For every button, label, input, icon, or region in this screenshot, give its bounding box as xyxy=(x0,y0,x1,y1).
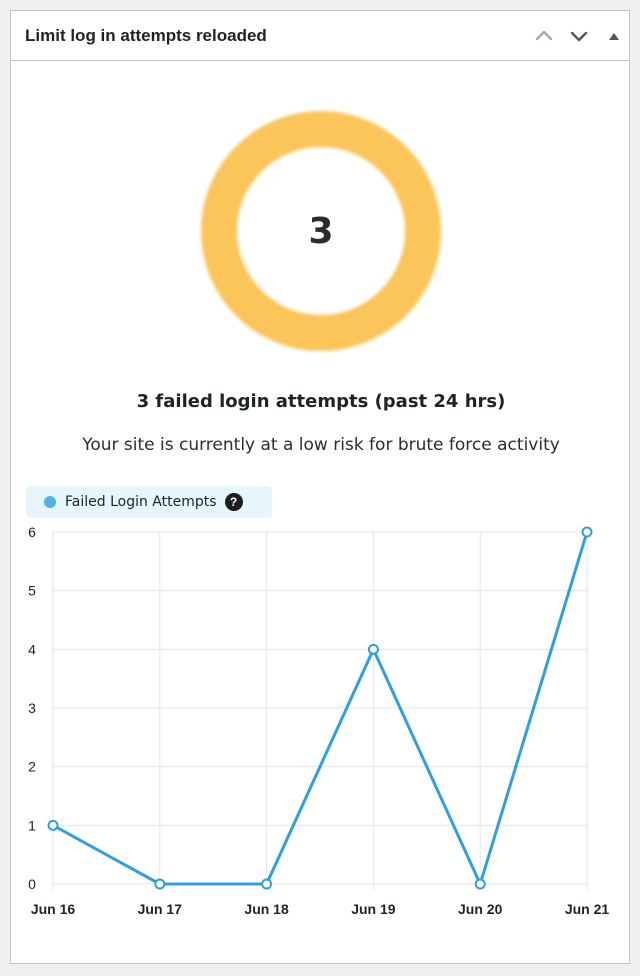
data-point[interactable] xyxy=(581,526,593,538)
x-tick-label: Jun 17 xyxy=(138,901,183,917)
y-tick-label: 2 xyxy=(28,759,36,775)
y-tick-label: 5 xyxy=(28,583,36,599)
x-tick-label: Jun 20 xyxy=(458,901,503,917)
y-tick-label: 3 xyxy=(28,700,36,716)
x-tick-label: Jun 16 xyxy=(31,901,76,917)
data-point[interactable] xyxy=(367,643,379,655)
y-tick-label: 1 xyxy=(28,817,36,833)
dashboard-widget: Limit log in attempts reloaded 3 3 faile… xyxy=(10,10,630,964)
y-tick-label: 6 xyxy=(28,524,36,540)
data-point[interactable] xyxy=(474,878,486,890)
x-tick-label: Jun 21 xyxy=(565,901,610,917)
x-tick-label: Jun 18 xyxy=(244,901,289,917)
y-tick-label: 4 xyxy=(28,641,36,657)
data-point[interactable] xyxy=(47,819,59,831)
data-point[interactable] xyxy=(154,878,166,890)
y-tick-label: 0 xyxy=(28,876,36,892)
failed-logins-chart: 0 1 2 3 4 5 6 Jun 16 Jun 17 Jun 18 Jun 19 Jun 20 Ju… xyxy=(28,524,610,917)
x-tick-label: Jun 19 xyxy=(351,901,396,917)
data-point[interactable] xyxy=(261,878,273,890)
